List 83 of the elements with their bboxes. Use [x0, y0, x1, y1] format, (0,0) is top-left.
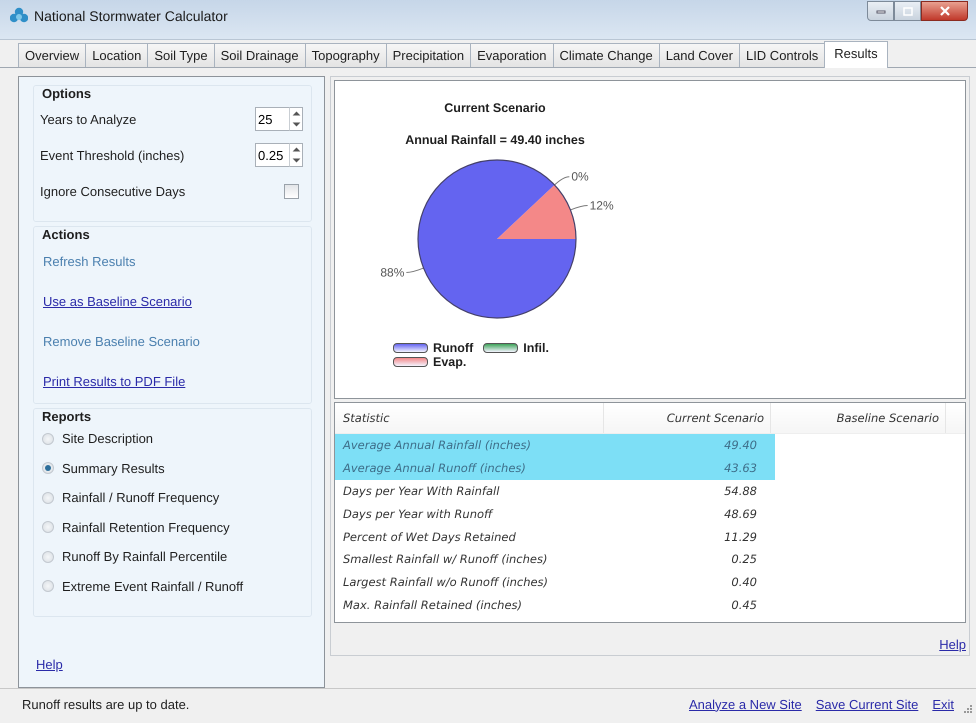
chart-title: Current Scenario	[444, 101, 546, 115]
table-cell-text: 49.40	[723, 438, 758, 452]
tab[interactable]: Location	[85, 43, 148, 67]
table-cell-text: 54.88	[723, 484, 758, 498]
table-cell-text: Max. Rainfall Retained (inches)	[342, 598, 524, 612]
radio-label: Extreme Event Rainfall / Runoff	[62, 578, 244, 594]
window-title: National Stormwater Calculator	[34, 8, 229, 24]
chart-subtitle: Annual Rainfall = 49.40 inches	[405, 133, 585, 147]
close-icon	[940, 6, 950, 16]
radio-button[interactable]	[42, 550, 54, 563]
maximize-icon	[902, 6, 912, 16]
tab[interactable]: Topography	[304, 43, 386, 67]
data-label: 0%	[571, 170, 589, 184]
action-link[interactable]: Print Results to PDF File	[43, 362, 186, 402]
legend-label: Evap.	[433, 355, 466, 369]
table-cell-text: 43.63	[723, 461, 758, 476]
table-cell-text: Days per Year With Rainfall	[342, 484, 500, 498]
table-cell-text: 0.45	[730, 598, 758, 612]
legend-label: Runoff	[433, 341, 474, 355]
radio-button[interactable]	[42, 432, 54, 445]
table-row[interactable]: Average Annual Rainfall (inches) 49.40	[335, 434, 775, 457]
status-link[interactable]: Analyze a New Site	[688, 696, 802, 712]
radio-button[interactable]	[42, 492, 54, 504]
data-label: 88%	[380, 266, 404, 280]
column-header[interactable]: Baseline Scenario	[771, 403, 946, 433]
tab[interactable]: Precipitation	[386, 43, 470, 67]
leader-line	[554, 176, 570, 186]
table-cell-text: 11.29	[723, 530, 758, 544]
maximize-button[interactable]	[894, 1, 921, 21]
tab[interactable]: Evaporation	[470, 43, 553, 67]
checkbox[interactable]	[284, 184, 299, 198]
leader-line	[406, 268, 424, 273]
group-title: Reports	[42, 409, 92, 424]
group-title: Options	[42, 86, 92, 101]
radio-button[interactable]	[42, 580, 54, 592]
spin-buttons[interactable]	[289, 143, 303, 167]
number-field[interactable]: 0.25	[255, 143, 289, 167]
radio-label: Site Description	[62, 431, 154, 446]
tab[interactable]: Climate Change	[552, 43, 659, 67]
number-field[interactable]: 25	[255, 107, 289, 131]
app-logo-icon	[10, 6, 28, 24]
radio-label: Summary Results	[62, 460, 165, 476]
action-link[interactable]: Use as Baseline Scenario	[43, 282, 192, 322]
field-label: Event Threshold (inches)	[40, 148, 184, 162]
table-cell-text: Average Annual Rainfall (inches)	[342, 438, 532, 452]
field-label: Years to Analyze	[40, 112, 136, 126]
column-header[interactable]: Current Scenario	[604, 403, 771, 433]
status-message: Runoff results are up to date.	[22, 696, 190, 712]
tab[interactable]: Soil Drainage	[214, 43, 305, 67]
minimize-button[interactable]	[867, 1, 894, 21]
leader-line	[570, 205, 588, 210]
tab[interactable]: Soil Type	[147, 43, 214, 67]
table-cell-text: 48.69	[723, 506, 758, 521]
table-cell-text: 0.40	[730, 575, 758, 590]
group-title: Actions	[42, 227, 90, 242]
status-link[interactable]: Save Current Site	[816, 696, 918, 712]
minimize-icon	[876, 8, 886, 14]
radio-button[interactable]	[42, 521, 54, 534]
radio-label: Rainfall / Runoff Frequency	[62, 490, 220, 506]
close-button[interactable]	[921, 1, 968, 21]
tab[interactable]: LID Controls	[738, 43, 824, 67]
tab[interactable]: Land Cover	[658, 43, 739, 67]
data-label: 12%	[590, 198, 614, 212]
help-link[interactable]: Help	[939, 637, 966, 652]
table-cell-text: Smallest Rainfall w/ Runoff (inches)	[342, 552, 548, 566]
radio-button[interactable]	[42, 462, 54, 474]
checkbox-label: Ignore Consecutive Days	[40, 184, 186, 198]
spin-buttons[interactable]	[289, 107, 303, 131]
resize-grip-icon	[962, 703, 972, 713]
table-cell-text: Average Annual Runoff (inches)	[342, 461, 527, 476]
table-cell-text: 0.25	[730, 552, 758, 566]
status-link[interactable]: Exit	[932, 696, 954, 712]
tab[interactable]: Overview	[18, 43, 86, 67]
help-link[interactable]: Help	[36, 657, 63, 672]
legend-label: Infil.	[523, 341, 549, 355]
table-row[interactable]: Average Annual Runoff (inches) 43.63	[335, 456, 775, 480]
table-cell-text: Largest Rainfall w/o Runoff (inches)	[342, 575, 550, 590]
column-header[interactable]: Statistic	[335, 403, 604, 433]
radio-label: Rainfall Retention Frequency	[62, 520, 230, 535]
table-cell-text: Percent of Wet Days Retained	[342, 530, 517, 544]
tab[interactable]: Results	[824, 41, 888, 68]
radio-label: Runoff By Rainfall Percentile	[62, 549, 228, 564]
table-cell-text: Days per Year with Runoff	[342, 506, 494, 521]
